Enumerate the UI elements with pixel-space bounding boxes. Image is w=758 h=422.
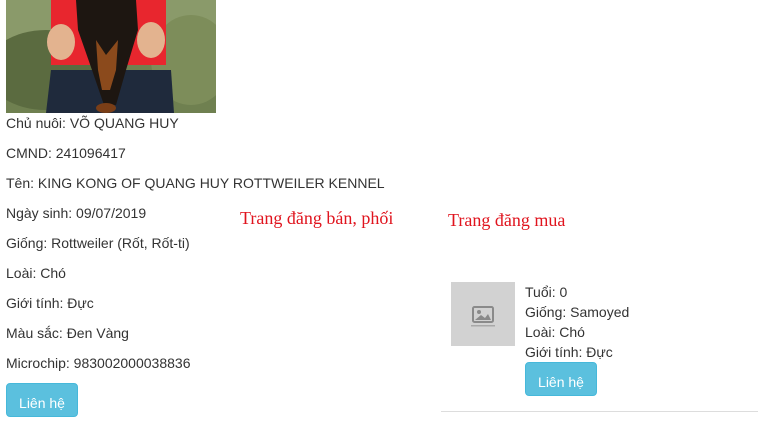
sell-page-note: Trang đăng bán, phối [240, 208, 394, 228]
buy-breed-text: Giống: Samoyed [525, 304, 630, 320]
id-number-text: CMND: 241096417 [6, 145, 126, 161]
species-text: Loài: Chó [6, 265, 66, 281]
buy-contact-button[interactable]: Liên hệ [525, 362, 597, 396]
contact-button[interactable]: Liên hệ [6, 383, 78, 417]
buy-sex-text: Giới tính: Đực [525, 344, 613, 360]
pet-photo [6, 0, 216, 113]
listing-thumbnail [451, 282, 515, 346]
color-text: Màu sắc: Đen Vàng [6, 325, 129, 341]
breed-text: Giống: Rottweiler (Rốt, Rốt-ti) [6, 235, 190, 251]
buy-page-note: Trang đăng mua [448, 210, 566, 230]
birth-date-text: Ngày sinh: 09/07/2019 [6, 205, 147, 221]
divider [441, 411, 758, 412]
image-placeholder-icon [471, 306, 495, 327]
microchip-text: Microchip: 983002000038836 [6, 355, 191, 371]
buy-species-text: Loài: Chó [525, 324, 585, 340]
dog-photo-icon [6, 0, 216, 113]
sex-text: Giới tính: Đực [6, 295, 94, 311]
owner-text: Chủ nuôi: VÕ QUANG HUY [6, 115, 179, 131]
pet-name-text: Tên: KING KONG OF QUANG HUY ROTTWEILER K… [6, 175, 385, 191]
buy-age-text: Tuổi: 0 [525, 284, 568, 300]
